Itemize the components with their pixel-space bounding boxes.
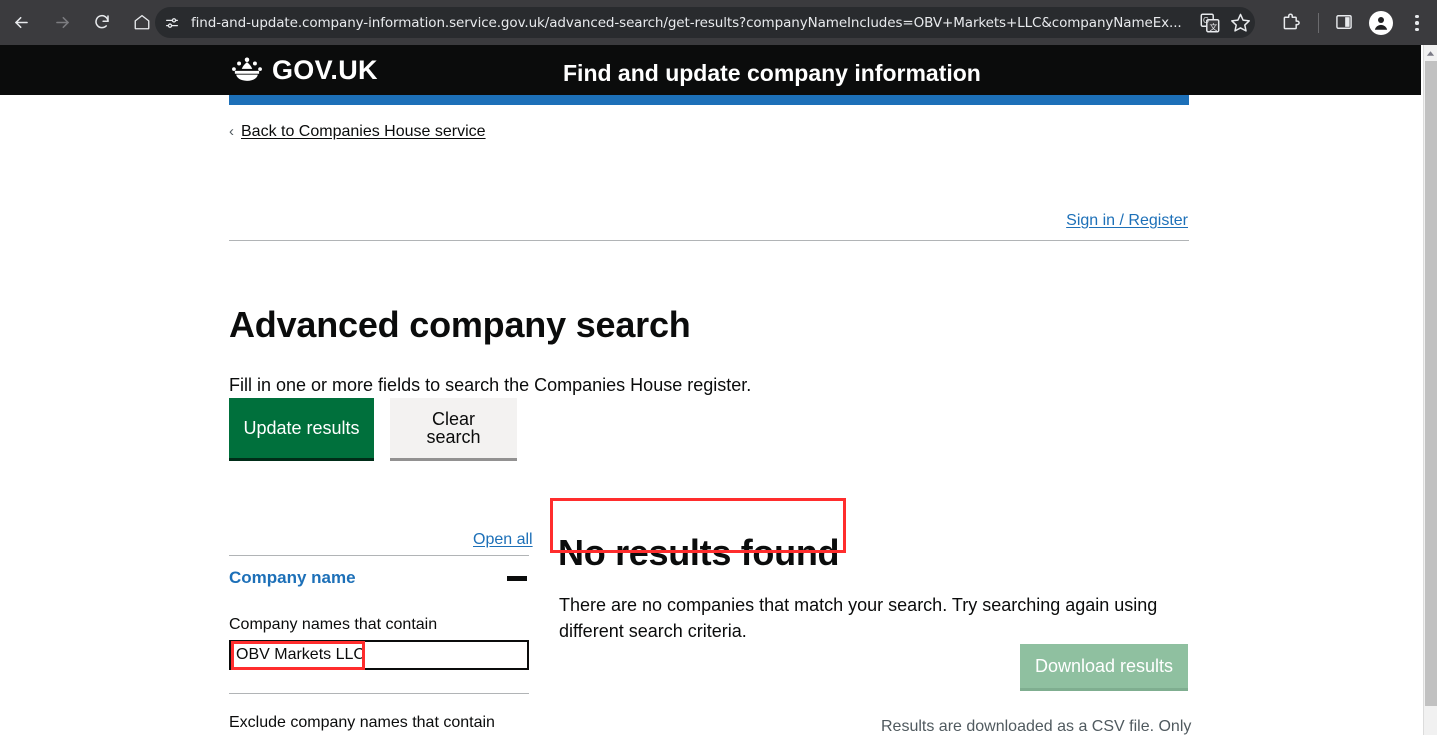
- translate-icon[interactable]: G 文: [1199, 12, 1221, 34]
- govuk-brand[interactable]: GOV.UK: [229, 56, 378, 84]
- reload-icon[interactable]: [88, 8, 116, 36]
- side-panel-icon[interactable]: [1334, 12, 1356, 34]
- sign-in-register-link[interactable]: Sign in / Register: [1066, 212, 1188, 230]
- header-divider: [229, 240, 1189, 241]
- download-results-button[interactable]: Download results: [1020, 644, 1188, 688]
- no-results-heading: No results found: [558, 531, 840, 573]
- page-viewport: GOV.UK Find and update company informati…: [0, 45, 1423, 735]
- accordion-company-name-label: Company name: [229, 568, 356, 587]
- extensions-puzzle-icon[interactable]: [1280, 12, 1302, 34]
- star-icon[interactable]: [1230, 12, 1252, 34]
- vertical-scrollbar[interactable]: [1423, 45, 1437, 735]
- browser-toolbar: find-and-update.company-information.serv…: [0, 0, 1437, 45]
- govuk-wordmark: GOV.UK: [272, 54, 378, 85]
- service-name: Find and update company information: [563, 60, 981, 86]
- profile-avatar-icon[interactable]: [1369, 11, 1393, 35]
- update-results-button[interactable]: Update results: [229, 398, 374, 458]
- minus-icon[interactable]: [507, 575, 527, 581]
- page-intro-text: Fill in one or more fields to search the…: [229, 375, 752, 395]
- company-names-include-label: Company names that contain: [229, 616, 438, 633]
- no-results-body-text: There are no companies that match your s…: [559, 595, 1158, 641]
- svg-text:文: 文: [1210, 22, 1218, 32]
- chevron-left-icon: ‹: [229, 123, 234, 140]
- filter-divider-company: [229, 693, 529, 694]
- scroll-up-arrow-icon[interactable]: [1424, 45, 1437, 61]
- back-to-service-link[interactable]: ‹ Back to Companies House service: [229, 123, 486, 141]
- toolbar-divider: [1318, 13, 1319, 33]
- scrollbar-thumb[interactable]: [1425, 61, 1437, 706]
- filter-divider-top: [229, 555, 529, 556]
- clear-search-button[interactable]: Clear search: [390, 398, 517, 458]
- govuk-header-bar: GOV.UK Find and update company informati…: [0, 45, 1421, 95]
- svg-text:G: G: [1203, 16, 1209, 25]
- site-settings-icon[interactable]: [159, 10, 185, 36]
- three-dot-menu-icon[interactable]: [1406, 11, 1428, 35]
- accent-bar: [229, 95, 1189, 105]
- url-text: find-and-update.company-information.serv…: [191, 14, 1182, 31]
- address-bar[interactable]: find-and-update.company-information.serv…: [155, 7, 1255, 38]
- home-icon[interactable]: [128, 8, 156, 36]
- download-note-text: Results are downloaded as a CSV file. On…: [881, 718, 1192, 735]
- back-link-label[interactable]: Back to Companies House service: [241, 123, 486, 141]
- page-title: Advanced company search: [229, 304, 691, 346]
- open-all-link[interactable]: Open all: [473, 531, 533, 549]
- back-arrow-icon[interactable]: [7, 8, 35, 36]
- company-names-exclude-label: Exclude company names that contain: [229, 714, 495, 731]
- search-actions: Update results Clear search: [229, 398, 517, 458]
- company-name-include-input[interactable]: [229, 640, 529, 670]
- accordion-company-name[interactable]: Company name: [229, 568, 529, 588]
- crown-icon: [232, 57, 262, 81]
- forward-arrow-icon[interactable]: [48, 8, 76, 36]
